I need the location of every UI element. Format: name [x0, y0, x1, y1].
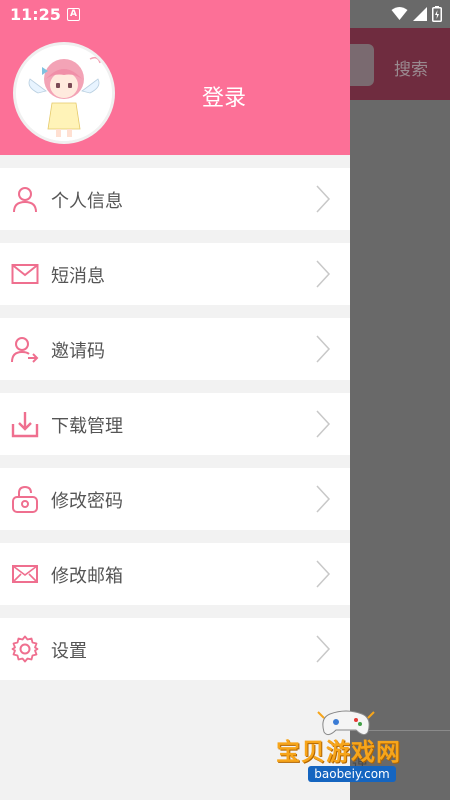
menu-item-download-manager[interactable]: 下载管理: [0, 393, 350, 455]
status-bar: 11:25 A: [0, 0, 450, 28]
lock-icon: [12, 485, 38, 513]
mail-icon: [11, 264, 39, 284]
chevron-right-icon: [316, 560, 331, 588]
background-search-label: 搜索: [394, 60, 428, 80]
notification-icon: A: [67, 8, 80, 21]
menu-label: 修改邮箱: [51, 566, 123, 587]
menu-item-settings[interactable]: 设置: [0, 618, 350, 680]
battery-icon: [432, 6, 442, 22]
chevron-right-icon: [316, 185, 331, 213]
menu-item-invite-code[interactable]: 邀请码: [0, 318, 350, 380]
menu-label: 修改密码: [51, 491, 123, 512]
watermark-text: 宝贝游戏网: [276, 738, 401, 766]
menu-label: 个人信息: [51, 191, 123, 212]
chevron-right-icon: [316, 410, 331, 438]
navigation-drawer: 登录 个人信息 短消息 邀请码 下载管理 修改密码 修改邮箱 设置: [0, 0, 350, 800]
watermark-url: baobeiy.com: [308, 766, 396, 782]
download-icon: [11, 412, 39, 438]
menu-item-change-password[interactable]: 修改密码: [0, 468, 350, 530]
chevron-right-icon: [316, 260, 331, 288]
login-button[interactable]: 登录: [202, 80, 246, 112]
avatar[interactable]: [13, 42, 115, 144]
menu-item-messages[interactable]: 短消息: [0, 243, 350, 305]
chevron-right-icon: [316, 485, 331, 513]
signal-icon: [413, 7, 427, 21]
status-time: 11:25: [10, 5, 61, 24]
menu-item-change-email[interactable]: 修改邮箱: [0, 543, 350, 605]
menu-item-profile[interactable]: 个人信息: [0, 168, 350, 230]
status-icons: [391, 6, 442, 22]
wifi-icon: [391, 7, 408, 20]
watermark-logo: 宝贝游戏网 baobeiy.com: [268, 708, 450, 800]
user-icon: [13, 187, 37, 213]
menu-label: 短消息: [51, 266, 105, 287]
envelope-icon: [12, 565, 38, 583]
avatar-illustration: [16, 45, 112, 141]
gear-icon: [11, 635, 39, 663]
menu-label: 下载管理: [51, 416, 123, 437]
chevron-right-icon: [316, 335, 331, 363]
invite-user-icon: [11, 337, 39, 363]
menu-label: 设置: [51, 641, 87, 662]
chevron-right-icon: [316, 635, 331, 663]
menu-label: 邀请码: [51, 341, 105, 362]
